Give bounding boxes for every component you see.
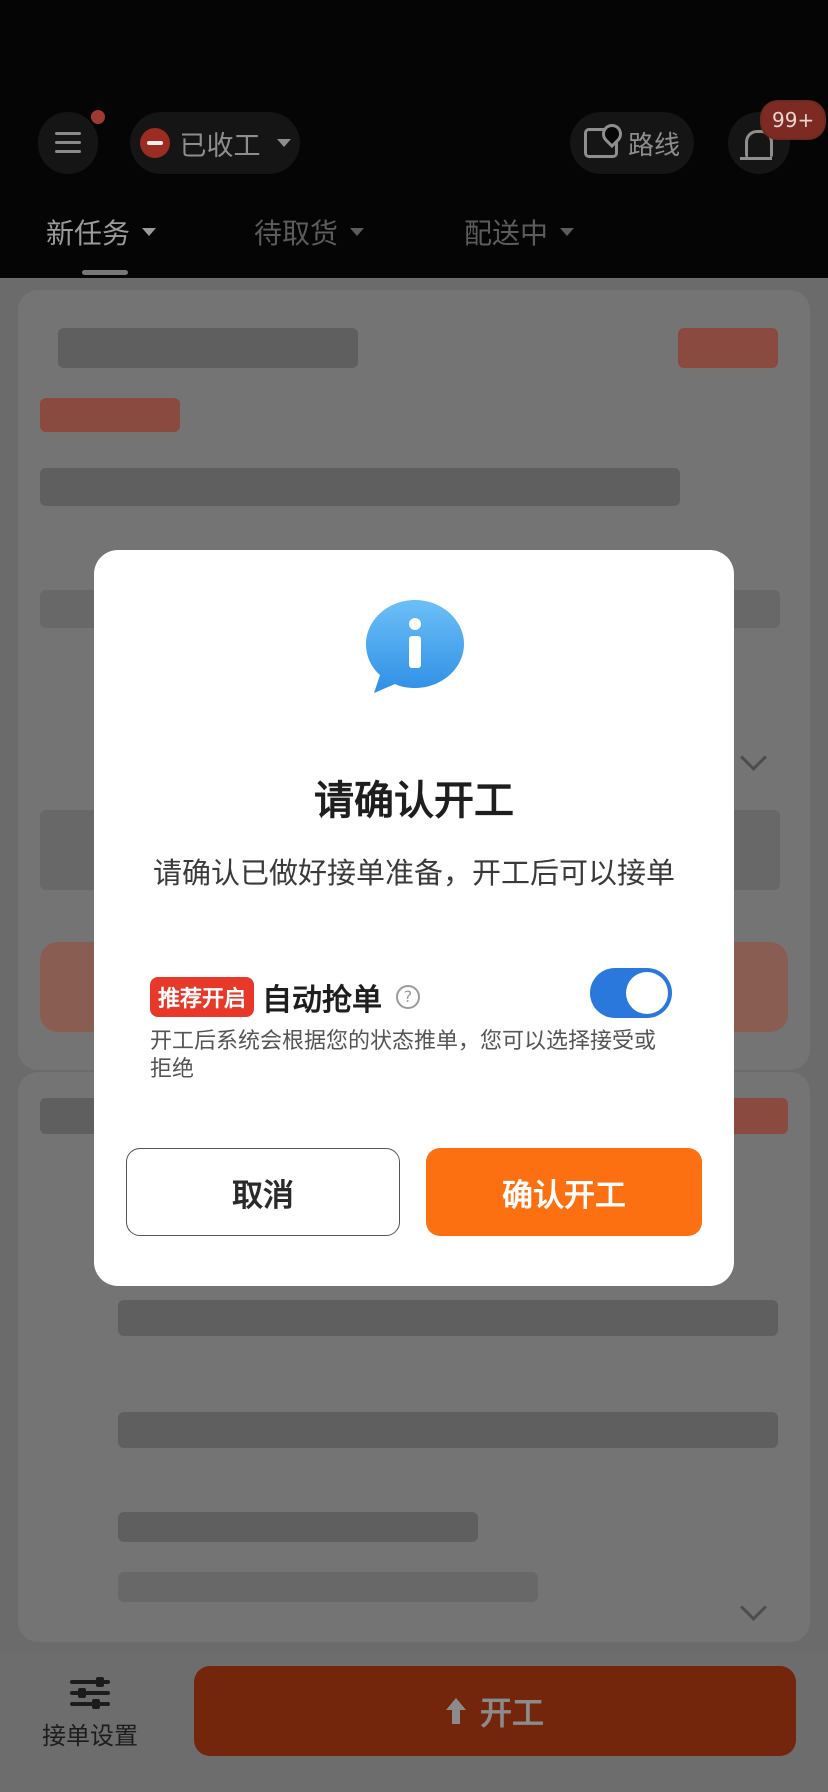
menu-icon: [55, 132, 81, 154]
tab-label: 新任务: [46, 217, 131, 250]
blurred-content: [40, 468, 680, 506]
caret-down-icon: [560, 228, 575, 236]
route-button[interactable]: 路线: [570, 112, 694, 174]
menu-button[interactable]: [38, 112, 98, 174]
confirm-start-dialog: 请确认开工 请确认已做好接单准备，开工后可以接单 推荐开启 自动抢单 ? 开工后…: [94, 550, 734, 1286]
blurred-content: [678, 328, 778, 368]
notification-dot: [91, 110, 105, 124]
start-work-button[interactable]: 开工: [194, 1666, 796, 1756]
active-tab-indicator: [82, 270, 128, 275]
blurred-content: [118, 1572, 538, 1602]
tab-label: 配送中: [464, 217, 549, 250]
caret-down-icon: [350, 228, 365, 236]
blurred-content: [58, 328, 358, 368]
route-label: 路线: [627, 130, 680, 161]
cancel-button[interactable]: 取消: [126, 1148, 400, 1236]
auto-grab-row: 推荐开启 自动抢单 ?: [150, 975, 421, 1019]
blurred-content: [40, 398, 180, 432]
order-settings-button[interactable]: 接单设置: [38, 1676, 142, 1751]
sliders-icon: [70, 1676, 110, 1710]
stop-icon: [139, 128, 170, 158]
tab-new-tasks[interactable]: 新任务: [46, 212, 157, 252]
info-icon: [366, 600, 464, 693]
confirm-start-button[interactable]: 确认开工: [426, 1148, 702, 1236]
work-status-selector[interactable]: 已收工: [130, 112, 300, 174]
map-icon: [583, 128, 618, 158]
upload-arrow-icon: [445, 1698, 466, 1724]
tab-pending-pickup[interactable]: 待取货: [254, 212, 365, 252]
recommend-tag: 推荐开启: [150, 977, 255, 1017]
auto-grab-description: 开工后系统会根据您的状态推单，您可以选择接受或拒绝: [150, 1029, 657, 1082]
toggle-knob: [626, 972, 668, 1014]
dialog-title: 请确认开工: [314, 778, 514, 824]
notification-badge: 99+: [760, 100, 827, 140]
auto-grab-label: 自动抢单: [262, 983, 383, 1018]
blurred-content: [118, 1512, 478, 1542]
caret-down-icon: [142, 228, 157, 236]
chevron-down-icon[interactable]: [740, 1594, 767, 1621]
work-status-label: 已收工: [179, 130, 261, 162]
task-tabs: 新任务 待取货 配送中: [0, 212, 828, 262]
tab-label: 待取货: [254, 217, 339, 250]
app-header: 已收工 路线 99+ 新任务 待取货 配送中: [0, 0, 828, 278]
order-settings-label: 接单设置: [42, 1722, 138, 1750]
help-icon[interactable]: ?: [396, 985, 421, 1009]
auto-grab-toggle[interactable]: [590, 968, 672, 1018]
start-work-label: 开工: [479, 1694, 544, 1732]
blurred-content: [118, 1300, 778, 1336]
dialog-message: 请确认已做好接单准备，开工后可以接单: [152, 856, 675, 890]
chevron-down-icon[interactable]: [740, 744, 767, 771]
blurred-content: [118, 1412, 778, 1448]
tab-delivering[interactable]: 配送中: [464, 212, 575, 252]
caret-down-icon: [276, 139, 291, 147]
